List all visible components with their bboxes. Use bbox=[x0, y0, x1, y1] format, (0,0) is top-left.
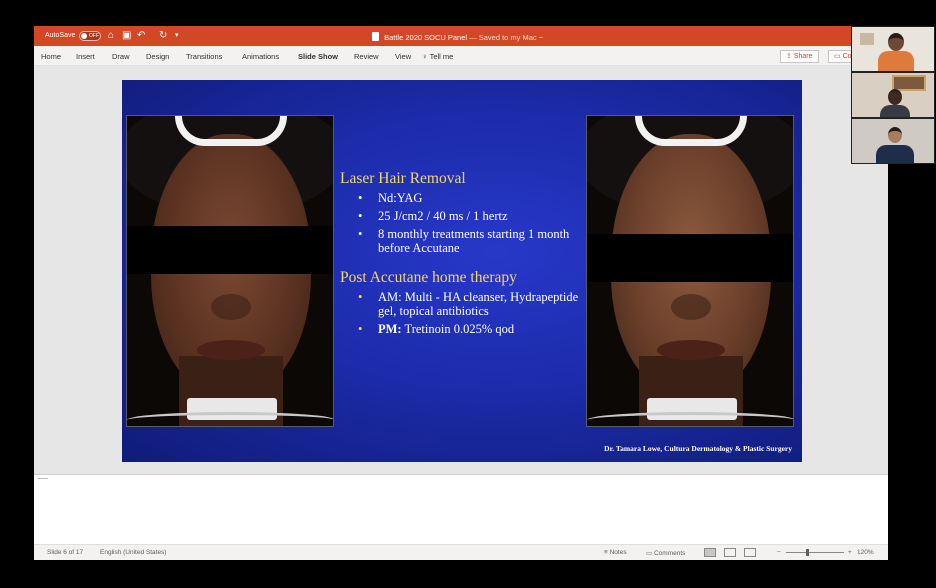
zoom-in-button[interactable]: + bbox=[848, 549, 852, 556]
photo-stand bbox=[587, 412, 793, 426]
tab-insert[interactable]: Insert bbox=[76, 52, 95, 61]
laser-bullets: Nd:YAG 25 J/cm2 / 40 ms / 1 hertz 8 mont… bbox=[358, 191, 580, 255]
heading-home-therapy: Post Accutane home therapy bbox=[340, 269, 517, 286]
lightbulb-icon: ♀ bbox=[422, 52, 428, 61]
powerpoint-window: AutoSave OFF ⌂ ▣ ↶ ↻ ▾ Battle 2020 SOCU … bbox=[34, 26, 888, 560]
participant-head bbox=[888, 89, 902, 105]
slide-canvas[interactable]: Laser Hair Removal Nd:YAG 25 J/cm2 / 40 … bbox=[122, 80, 802, 462]
participant-body bbox=[876, 145, 914, 163]
normal-view-button[interactable] bbox=[704, 548, 716, 557]
document-title: Battle 2020 SOCU Panel bbox=[384, 33, 468, 42]
home-therapy-section: Post Accutane home therapy AM: Multi - H… bbox=[340, 269, 580, 336]
head-brace bbox=[175, 116, 287, 146]
privacy-bar bbox=[127, 226, 333, 274]
pm-prefix: PM: bbox=[378, 322, 402, 336]
heading-laser: Laser Hair Removal bbox=[340, 170, 466, 187]
zoom-slider[interactable] bbox=[786, 552, 844, 553]
comments-status-label: Comments bbox=[653, 550, 686, 557]
document-icon bbox=[372, 32, 379, 41]
slide-text-box[interactable]: Laser Hair Removal Nd:YAG 25 J/cm2 / 40 … bbox=[340, 170, 580, 340]
zoom-level[interactable]: 120% bbox=[857, 549, 874, 556]
language-indicator[interactable]: English (United States) bbox=[100, 549, 166, 556]
after-photo bbox=[586, 115, 794, 427]
toggle-knob bbox=[81, 33, 87, 39]
slide-indicator: Slide 6 of 17 bbox=[47, 549, 84, 556]
head-brace bbox=[635, 116, 747, 146]
before-photo bbox=[126, 115, 334, 427]
redo-icon[interactable]: ↻ bbox=[159, 30, 167, 42]
lips-shape bbox=[197, 340, 265, 360]
photo-stand bbox=[127, 412, 333, 426]
notes-pane[interactable] bbox=[34, 474, 888, 544]
participant-video-3[interactable] bbox=[851, 118, 935, 164]
pm-text: Tretinoin 0.025% qod bbox=[404, 322, 515, 336]
comments-icon: ▭ bbox=[646, 550, 653, 557]
bullet-item: 25 J/cm2 / 40 ms / 1 hertz bbox=[358, 209, 580, 223]
notes-icon: ≡ bbox=[604, 549, 608, 556]
am-text: Multi - HA cleanser, Hydrapeptide gel, t… bbox=[378, 290, 579, 318]
participant-body bbox=[880, 105, 910, 117]
tab-animations[interactable]: Animations bbox=[242, 52, 279, 61]
undo-icon[interactable]: ↶ bbox=[137, 30, 145, 42]
am-prefix: AM: bbox=[378, 290, 402, 304]
zoom-slider-thumb[interactable] bbox=[806, 549, 809, 556]
saved-status: — Saved to my Mac ~ bbox=[469, 33, 544, 42]
tab-review[interactable]: Review bbox=[354, 52, 379, 61]
comment-icon: ▭ bbox=[834, 53, 841, 60]
privacy-bar bbox=[587, 234, 793, 282]
status-bar: Slide 6 of 17 English (United States) ≡ … bbox=[34, 544, 888, 560]
autosave-state: OFF bbox=[89, 33, 99, 39]
lips-shape bbox=[657, 340, 725, 360]
bullet-item: 8 monthly treatments starting 1 month be… bbox=[358, 227, 580, 255]
tell-me-search[interactable]: ♀ Tell me bbox=[422, 52, 453, 61]
participant-video-1[interactable] bbox=[851, 26, 935, 72]
ribbon-tabs: Home Insert Draw Design Transitions Anim… bbox=[34, 46, 888, 66]
participant-head bbox=[888, 33, 904, 51]
bullet-item: Nd:YAG bbox=[358, 191, 580, 205]
notes-label: Notes bbox=[609, 549, 627, 556]
tab-slide-show[interactable]: Slide Show bbox=[298, 52, 338, 61]
share-button[interactable]: ⇪ Share bbox=[780, 50, 819, 63]
screen: AutoSave OFF ⌂ ▣ ↶ ↻ ▾ Battle 2020 SOCU … bbox=[0, 0, 936, 588]
comments-toggle[interactable]: ▭ Comments bbox=[646, 549, 685, 557]
tab-home[interactable]: Home bbox=[41, 52, 61, 61]
autosave-toggle[interactable]: OFF bbox=[79, 31, 101, 41]
nose-shape bbox=[211, 294, 251, 320]
bullet-pm: PM: Tretinoin 0.025% qod bbox=[358, 322, 580, 336]
customize-icon[interactable]: ▾ bbox=[175, 30, 179, 42]
slide-sorter-button[interactable] bbox=[724, 548, 736, 557]
tab-view[interactable]: View bbox=[395, 52, 411, 61]
nose-shape bbox=[671, 294, 711, 320]
title-bar: AutoSave OFF ⌂ ▣ ↶ ↻ ▾ Battle 2020 SOCU … bbox=[34, 26, 888, 46]
zoom-out-button[interactable]: − bbox=[777, 549, 781, 556]
tell-me-label: Tell me bbox=[429, 52, 454, 61]
tab-design[interactable]: Design bbox=[146, 52, 169, 61]
notes-grip[interactable] bbox=[38, 478, 48, 479]
therapy-bullets: AM: Multi - HA cleanser, Hydrapeptide ge… bbox=[358, 290, 580, 336]
autosave-label: AutoSave bbox=[45, 32, 76, 39]
wall-frame bbox=[860, 33, 874, 45]
document-title-area: Battle 2020 SOCU Panel — Saved to my Mac… bbox=[372, 32, 543, 42]
notes-toggle[interactable]: ≡ Notes bbox=[604, 549, 627, 556]
share-label: Share bbox=[793, 53, 813, 60]
slide-credit: Dr. Tamara Lowe, Cultura Dermatology & P… bbox=[604, 444, 792, 453]
bullet-am: AM: Multi - HA cleanser, Hydrapeptide ge… bbox=[358, 290, 580, 318]
participant-head bbox=[888, 127, 902, 143]
home-icon[interactable]: ⌂ bbox=[108, 30, 114, 42]
share-icon: ⇪ bbox=[786, 53, 792, 60]
tab-transitions[interactable]: Transitions bbox=[186, 52, 222, 61]
participant-body bbox=[878, 51, 914, 71]
tab-draw[interactable]: Draw bbox=[112, 52, 130, 61]
reading-view-button[interactable] bbox=[744, 548, 756, 557]
save-icon[interactable]: ▣ bbox=[122, 30, 131, 42]
participant-video-2[interactable] bbox=[851, 72, 935, 118]
